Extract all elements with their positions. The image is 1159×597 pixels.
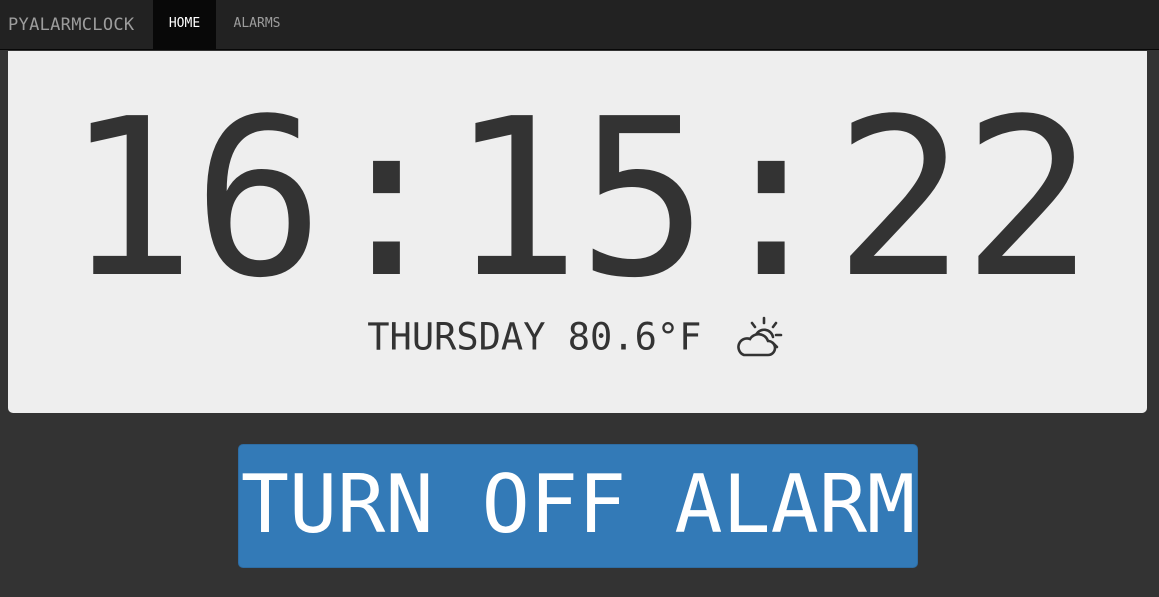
clock-panel: 16:15:22 THURSDAY 80.6°F: [8, 51, 1147, 413]
partly-cloudy-day-icon: [736, 316, 783, 356]
app-brand[interactable]: PYALARMCLOCK: [8, 0, 134, 50]
day-label: THURSDAY: [367, 315, 546, 359]
clock-time: 16:15:22: [64, 73, 1094, 326]
turn-off-alarm-button[interactable]: TURN OFF ALARM: [238, 444, 918, 568]
temperature-label: 80.6°F: [567, 315, 702, 359]
nav-item-home[interactable]: HOME: [153, 0, 216, 49]
nav-item-alarms[interactable]: ALARMS: [216, 0, 298, 49]
navbar: PYALARMCLOCK HOME ALARMS: [0, 0, 1159, 50]
weather-info: THURSDAY 80.6°F: [8, 313, 1147, 361]
